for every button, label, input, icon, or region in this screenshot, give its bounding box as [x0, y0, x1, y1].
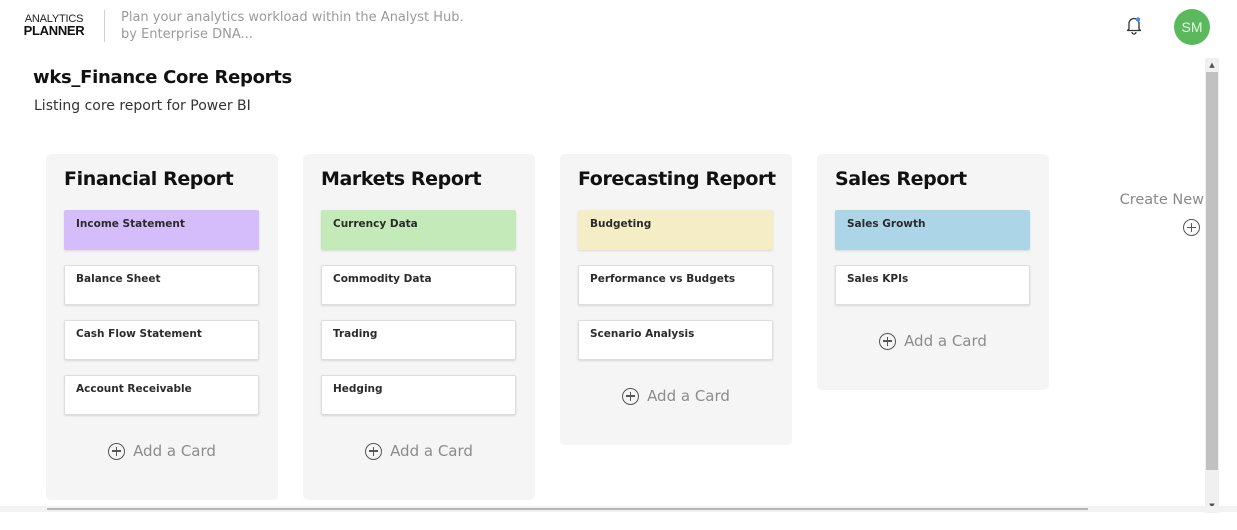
- add-card-button[interactable]: Add a Card: [46, 439, 278, 463]
- notifications-button[interactable]: [1125, 15, 1143, 35]
- app-logo[interactable]: ANALYTICS PLANNER: [20, 13, 88, 37]
- card-label: Trading: [333, 328, 378, 340]
- app-tagline: Plan your analytics workload within the …: [121, 9, 464, 43]
- card-label: Account Receivable: [76, 383, 192, 395]
- card-label: Hedging: [333, 383, 383, 395]
- create-new-list-button[interactable]: Create New: [1112, 192, 1204, 208]
- list-financial-report: Financial Report Income Statement Balanc…: [46, 154, 278, 500]
- plus-circle-icon: [622, 387, 640, 405]
- vertical-scrollbar[interactable]: ▲ ▼: [1205, 58, 1219, 513]
- card-label: Cash Flow Statement: [76, 328, 202, 340]
- bell-icon: [1126, 17, 1142, 35]
- card-scenario-analysis[interactable]: Scenario Analysis: [578, 320, 773, 360]
- horizontal-scrollbar[interactable]: [0, 506, 1237, 512]
- caret-up-icon[interactable]: ▲: [1205, 58, 1219, 72]
- add-card-button[interactable]: Add a Card: [560, 384, 792, 408]
- list-markets-report: Markets Report Currency Data Commodity D…: [303, 154, 535, 500]
- tagline-line-2: by Enterprise DNA...: [121, 27, 253, 42]
- card-account-receivable[interactable]: Account Receivable: [64, 375, 259, 415]
- card-label: Sales KPIs: [847, 273, 909, 285]
- plus-circle-icon: [365, 442, 383, 460]
- user-avatar[interactable]: SM: [1174, 9, 1210, 45]
- list-title: Financial Report: [64, 168, 234, 190]
- header-divider: [104, 10, 105, 42]
- add-card-button[interactable]: Add a Card: [817, 329, 1049, 353]
- notification-dot: [1135, 17, 1141, 22]
- card-label: Performance vs Budgets: [590, 273, 736, 285]
- vertical-scroll-thumb[interactable]: [1206, 72, 1218, 470]
- logo-bottom-text: PLANNER: [23, 23, 85, 38]
- card-cash-flow-statement[interactable]: Cash Flow Statement: [64, 320, 259, 360]
- app-header: ANALYTICS PLANNER Plan your analytics wo…: [0, 0, 1237, 52]
- add-card-label: Add a Card: [904, 332, 987, 350]
- tagline-line-1: Plan your analytics workload within the …: [121, 10, 464, 25]
- add-card-label: Add a Card: [390, 442, 473, 460]
- card-balance-sheet[interactable]: Balance Sheet: [64, 265, 259, 305]
- card-currency-data[interactable]: Currency Data: [321, 210, 516, 250]
- list-title: Markets Report: [321, 168, 482, 190]
- list-title: Sales Report: [835, 168, 967, 190]
- plus-circle-icon: [108, 442, 126, 460]
- card-label: Sales Growth: [847, 218, 926, 230]
- add-card-label: Add a Card: [133, 442, 216, 460]
- board: Financial Report Income Statement Balanc…: [0, 150, 1205, 505]
- workspace-title: wks_Finance Core Reports: [33, 67, 292, 88]
- card-performance-vs-budgets[interactable]: Performance vs Budgets: [578, 265, 773, 305]
- add-card-label: Add a Card: [647, 387, 730, 405]
- card-label: Currency Data: [333, 218, 418, 230]
- card-label: Balance Sheet: [76, 273, 161, 285]
- horizontal-scroll-thumb[interactable]: [47, 508, 1088, 510]
- plus-circle-icon: [879, 332, 897, 350]
- workspace-description: Listing core report for Power BI: [34, 98, 251, 114]
- card-budgeting[interactable]: Budgeting: [578, 210, 773, 250]
- card-label: Scenario Analysis: [590, 328, 695, 340]
- card-label: Budgeting: [590, 218, 652, 230]
- list-sales-report: Sales Report Sales Growth Sales KPIs Add…: [817, 154, 1049, 390]
- card-hedging[interactable]: Hedging: [321, 375, 516, 415]
- card-income-statement[interactable]: Income Statement: [64, 210, 259, 250]
- list-forecasting-report: Forecasting Report Budgeting Performance…: [560, 154, 792, 445]
- list-title: Forecasting Report: [578, 168, 776, 190]
- card-label: Income Statement: [76, 218, 185, 230]
- card-label: Commodity Data: [333, 273, 432, 285]
- add-card-button[interactable]: Add a Card: [303, 439, 535, 463]
- card-trading[interactable]: Trading: [321, 320, 516, 360]
- create-new-plus-icon[interactable]: [1183, 219, 1200, 236]
- card-commodity-data[interactable]: Commodity Data: [321, 265, 516, 305]
- card-sales-kpis[interactable]: Sales KPIs: [835, 265, 1030, 305]
- card-sales-growth[interactable]: Sales Growth: [835, 210, 1030, 250]
